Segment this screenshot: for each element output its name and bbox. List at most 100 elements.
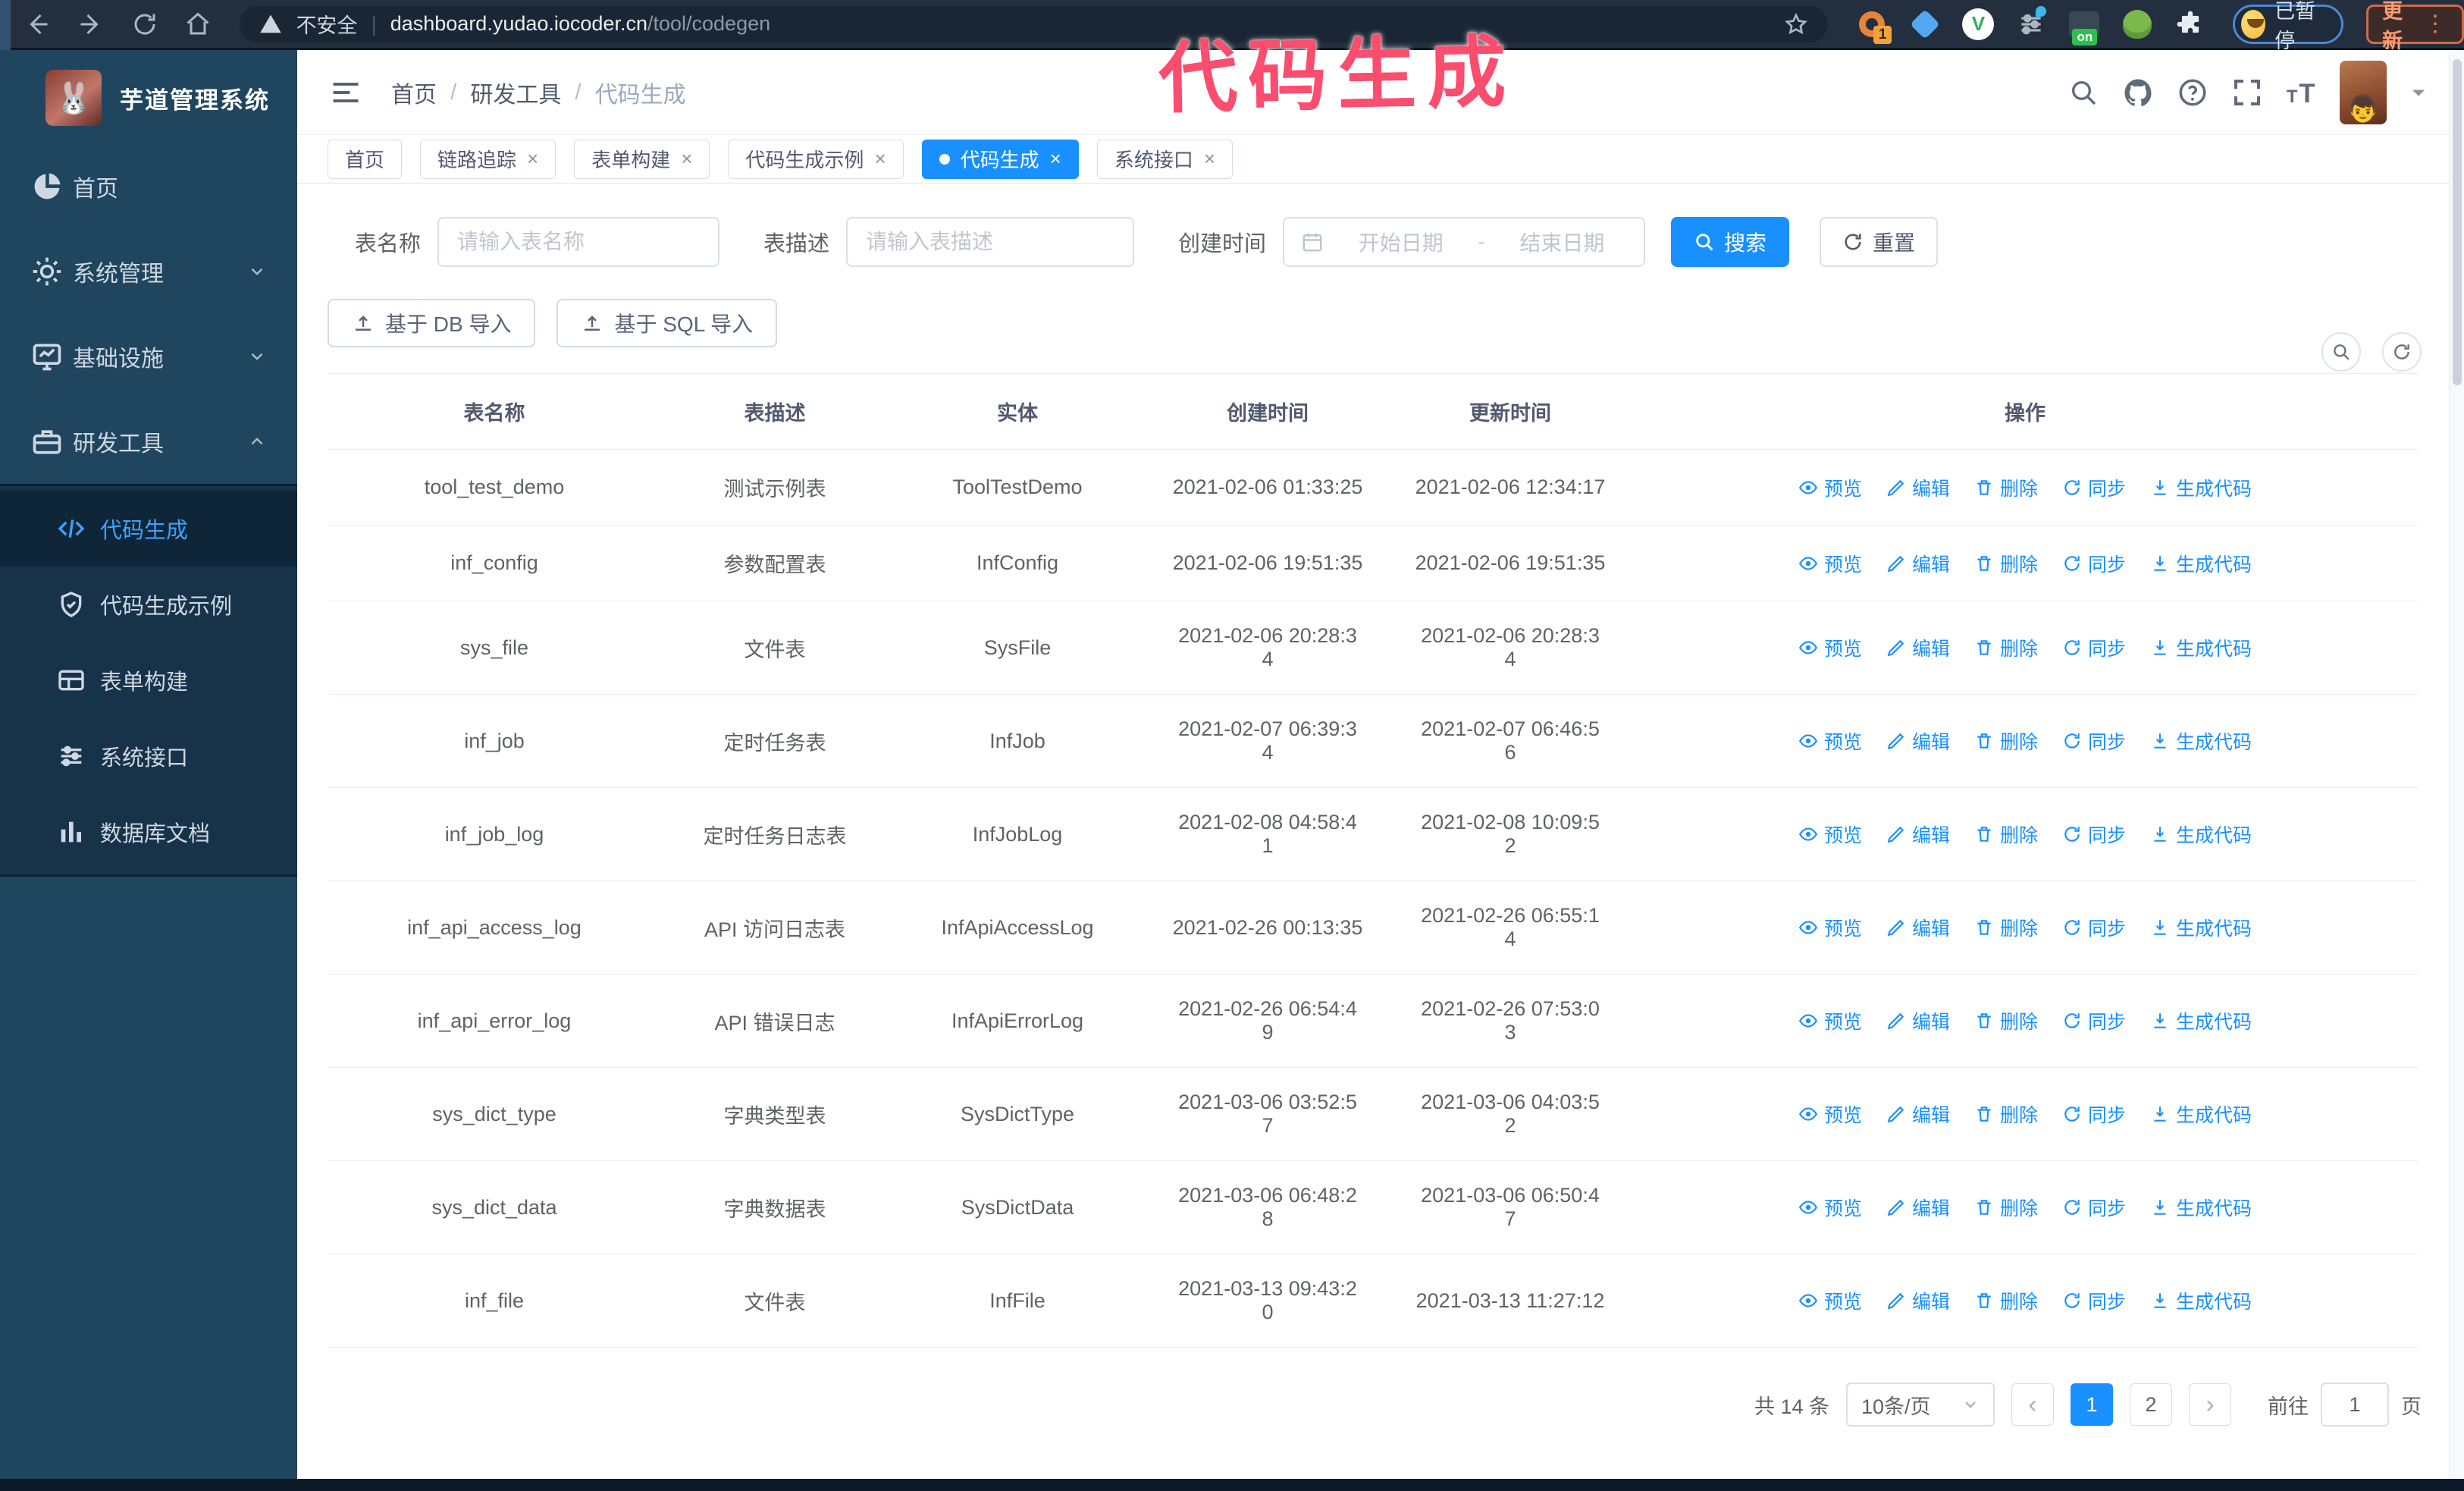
edit-link[interactable]: 编辑 — [1886, 1287, 1950, 1314]
delete-link[interactable]: 删除 — [1974, 550, 2038, 577]
table-desc-input[interactable] — [846, 217, 1135, 267]
table-name-input[interactable] — [437, 217, 720, 267]
preview-link[interactable]: 预览 — [1798, 821, 1862, 848]
sync-link[interactable]: 同步 — [2062, 474, 2126, 501]
generate-link[interactable]: 生成代码 — [2150, 474, 2252, 501]
forward-icon[interactable] — [75, 5, 108, 43]
extensions-puzzle-icon[interactable] — [2174, 8, 2207, 41]
generate-link[interactable]: 生成代码 — [2150, 1100, 2252, 1128]
ext-sliders-icon[interactable] — [2014, 5, 2048, 41]
close-icon[interactable]: × — [527, 147, 538, 171]
close-icon[interactable]: × — [1204, 147, 1215, 171]
preview-link[interactable]: 预览 — [1798, 550, 1862, 577]
goto-page-input[interactable] — [2321, 1383, 2389, 1427]
delete-link[interactable]: 删除 — [1974, 474, 2038, 501]
close-icon[interactable]: × — [681, 147, 692, 171]
sync-link[interactable]: 同步 — [2062, 914, 2126, 941]
sync-link[interactable]: 同步 — [2062, 550, 2126, 577]
search-icon[interactable] — [2067, 76, 2100, 109]
import-db-button[interactable]: 基于 DB 导入 — [328, 299, 536, 347]
ext-green-check-icon[interactable]: V — [1961, 8, 1995, 41]
sidebar-subitem-shield[interactable]: 代码生成示例 — [0, 567, 297, 642]
delete-link[interactable]: 删除 — [1974, 634, 2038, 661]
delete-link[interactable]: 删除 — [1974, 1100, 2038, 1128]
sidebar-subitem-code[interactable]: 代码生成 — [0, 491, 297, 567]
delete-link[interactable]: 删除 — [1974, 1007, 2038, 1034]
generate-link[interactable]: 生成代码 — [2150, 821, 2252, 848]
sidebar-subitem-sliders[interactable]: 系统接口 — [0, 718, 297, 794]
delete-link[interactable]: 删除 — [1974, 1194, 2038, 1221]
reload-icon[interactable] — [128, 5, 161, 43]
preview-link[interactable]: 预览 — [1798, 1194, 1862, 1221]
edit-link[interactable]: 编辑 — [1886, 1194, 1950, 1221]
tab-item-2[interactable]: 表单构建 × — [574, 139, 710, 179]
next-page-button[interactable]: › — [2189, 1383, 2231, 1426]
page-button-2[interactable]: 2 — [2130, 1383, 2172, 1426]
tab-home[interactable]: 首页 — [328, 139, 403, 179]
preview-link[interactable]: 预览 — [1798, 1007, 1862, 1034]
edit-link[interactable]: 编辑 — [1886, 634, 1950, 661]
ext-orange-icon[interactable]: 1 — [1855, 8, 1892, 44]
sync-link[interactable]: 同步 — [2062, 821, 2126, 848]
edit-link[interactable]: 编辑 — [1886, 474, 1950, 501]
refresh-table-button[interactable] — [2382, 332, 2422, 372]
edit-link[interactable]: 编辑 — [1886, 727, 1950, 755]
edit-link[interactable]: 编辑 — [1886, 1100, 1950, 1128]
preview-link[interactable]: 预览 — [1798, 474, 1862, 501]
breadcrumb-devtools[interactable]: 研发工具 — [470, 76, 561, 109]
edit-link[interactable]: 编辑 — [1886, 550, 1950, 577]
toggle-search-button[interactable] — [2321, 332, 2361, 372]
address-bar[interactable]: 不安全 | dashboard.yudao.iocoder.cn/tool/co… — [240, 5, 1829, 42]
sync-link[interactable]: 同步 — [2062, 1287, 2126, 1314]
import-sql-button[interactable]: 基于 SQL 导入 — [556, 299, 778, 347]
delete-link[interactable]: 删除 — [1974, 821, 2038, 848]
delete-link[interactable]: 删除 — [1974, 727, 2038, 755]
delete-link[interactable]: 删除 — [1974, 914, 2038, 941]
generate-link[interactable]: 生成代码 — [2150, 634, 2252, 661]
page-size-select[interactable]: 10条/页 — [1846, 1383, 1995, 1427]
generate-link[interactable]: 生成代码 — [2150, 1007, 2252, 1034]
sidebar-item-monitor[interactable]: 基础设施 — [0, 314, 297, 399]
sync-link[interactable]: 同步 — [2062, 1007, 2126, 1034]
page-button-1[interactable]: 1 — [2071, 1383, 2113, 1426]
sidebar-subitem-form[interactable]: 表单构建 — [0, 642, 297, 718]
generate-link[interactable]: 生成代码 — [2150, 1287, 2252, 1314]
sidebar-item-briefcase[interactable]: 研发工具 — [0, 399, 297, 484]
update-button[interactable]: 更新 ⋮ — [2366, 0, 2464, 52]
close-icon[interactable]: × — [1050, 147, 1061, 171]
generate-link[interactable]: 生成代码 — [2150, 727, 2252, 755]
delete-link[interactable]: 删除 — [1974, 1287, 2038, 1314]
sync-link[interactable]: 同步 — [2062, 1100, 2126, 1128]
breadcrumb-home[interactable]: 首页 — [391, 76, 437, 109]
date-range-picker[interactable]: 开始日期 - 结束日期 — [1283, 217, 1646, 267]
avatar[interactable]: 👦 — [2340, 60, 2387, 124]
tab-item-1[interactable]: 链路追踪 × — [420, 139, 556, 179]
generate-link[interactable]: 生成代码 — [2150, 914, 2252, 941]
edit-link[interactable]: 编辑 — [1886, 914, 1950, 941]
sync-link[interactable]: 同步 — [2062, 727, 2126, 755]
tab-item-5[interactable]: 系统接口 × — [1096, 139, 1234, 179]
font-size-icon[interactable]: TT — [2285, 76, 2318, 109]
close-icon[interactable]: × — [874, 147, 886, 171]
back-icon[interactable] — [21, 5, 54, 43]
sync-link[interactable]: 同步 — [2062, 1194, 2126, 1221]
edit-link[interactable]: 编辑 — [1886, 821, 1950, 848]
bookmark-star-icon[interactable] — [1784, 12, 1808, 36]
app-logo-row[interactable]: 🐰 芋道管理系统 — [0, 50, 297, 144]
preview-link[interactable]: 预览 — [1798, 634, 1862, 661]
reset-button[interactable]: 重置 — [1820, 217, 1939, 267]
preview-link[interactable]: 预览 — [1798, 1100, 1862, 1128]
sidebar-subitem-columns[interactable]: 数据库文档 — [0, 794, 297, 870]
ext-gem-icon[interactable] — [1908, 8, 1942, 41]
kebab-menu-icon[interactable]: ⋮ — [2424, 11, 2448, 37]
preview-link[interactable]: 预览 — [1798, 914, 1862, 941]
hamburger-icon[interactable] — [329, 76, 362, 109]
tab-item-4[interactable]: 代码生成 × — [921, 139, 1079, 179]
ext-on-switch-icon[interactable]: on — [2067, 8, 2101, 46]
prev-page-button[interactable]: ‹ — [2011, 1383, 2054, 1426]
scrollbar-thumb[interactable] — [2453, 59, 2462, 385]
help-icon[interactable] — [2176, 76, 2209, 109]
tab-item-3[interactable]: 代码生成示例 × — [728, 139, 904, 179]
profile-chip[interactable]: 已暂停 — [2233, 0, 2344, 52]
ext-green-mascot-icon[interactable] — [2121, 8, 2154, 41]
